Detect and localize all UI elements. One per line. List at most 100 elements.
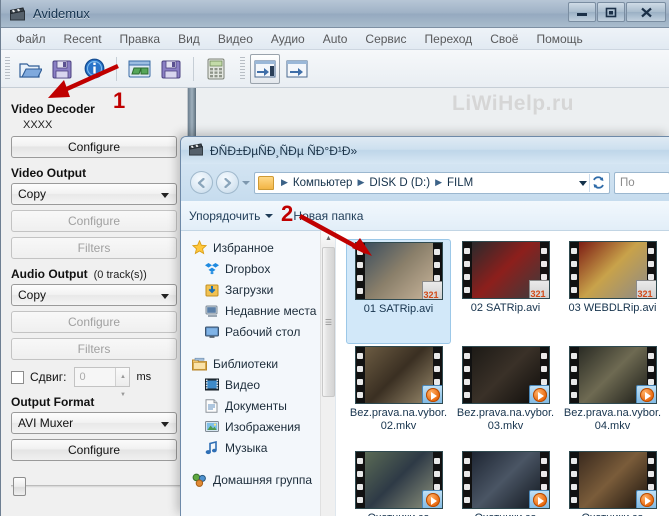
breadcrumb-computer[interactable]: Компьютер: [291, 177, 355, 189]
forward-button[interactable]: [216, 171, 239, 194]
menu-edit[interactable]: Правка: [111, 30, 170, 48]
audio-shift-checkbox[interactable]: [11, 370, 24, 384]
menu-video[interactable]: Видео: [209, 30, 262, 48]
file-item[interactable]: 02 SATRip.avi: [453, 239, 558, 344]
annotation-label-1: 1: [113, 88, 126, 113]
file-item[interactable]: Bez.prava.na.vybor.03.mkv: [453, 344, 558, 449]
back-button[interactable]: [190, 171, 213, 194]
sidebar-item-label: Недавние места: [225, 303, 317, 318]
address-bar[interactable]: ▶ Компьютер ▶ DISK D (D:) ▶ FILM: [254, 171, 610, 194]
sidebar-item-12[interactable]: Домашняя группа: [181, 469, 335, 490]
sidebar-item-3[interactable]: Недавние места: [181, 300, 335, 321]
file-item[interactable]: Охотники за: [346, 449, 451, 516]
output-format-label: Output Format: [11, 395, 95, 409]
file-item[interactable]: Охотники за: [560, 449, 665, 516]
menu-auto[interactable]: Auto: [314, 30, 357, 48]
refresh-icon[interactable]: [589, 173, 607, 192]
file-thumbnail: [568, 451, 657, 509]
timeline-slider[interactable]: [11, 475, 181, 497]
calculator-icon[interactable]: [201, 54, 231, 84]
menu-file[interactable]: Файл: [7, 30, 55, 48]
info-icon[interactable]: [79, 54, 109, 84]
sidebar-item-8[interactable]: Документы: [181, 395, 335, 416]
film-sprocket-left: [569, 452, 579, 508]
file-item[interactable]: Bez.prava.na.vybor.02.mkv: [346, 344, 451, 449]
explorer-titlebar[interactable]: ÐÑÐ±ÐµÑÐ¸ÑÐµ ÑÐ°Ð¹Ð»: [181, 137, 669, 164]
output-format-configure-button[interactable]: Configure: [11, 439, 177, 461]
history-dropdown-icon[interactable]: [242, 180, 250, 185]
explorer-command-bar: Упорядочить Новая папка: [181, 201, 669, 231]
toolbar-grip[interactable]: [5, 56, 10, 81]
menu-help[interactable]: Помощь: [527, 30, 591, 48]
sidebar-item-6[interactable]: Библиотеки: [181, 353, 335, 374]
audio-output-configure-button[interactable]: Configure: [11, 311, 177, 333]
set-end-marker-icon[interactable]: [282, 54, 312, 84]
sidebar-item-4[interactable]: Рабочий стол: [181, 321, 335, 342]
breadcrumb-film[interactable]: FILM: [445, 177, 475, 189]
open-file-icon[interactable]: [15, 54, 45, 84]
menu-custom[interactable]: Своё: [481, 30, 527, 48]
sidebar-item-0[interactable]: Избранное: [181, 237, 335, 258]
avidemux-titlebar[interactable]: Avidemux: [1, 0, 669, 28]
chevron-down-icon: [161, 422, 169, 427]
menu-view[interactable]: Вид: [169, 30, 209, 48]
navigation-list: Избранное Dropbox Загрузки Недавние места Ра…: [181, 237, 335, 490]
sidebar-item-label: Библиотеки: [213, 356, 279, 371]
save-project-icon[interactable]: [156, 54, 186, 84]
video-output-configure-button[interactable]: Configure: [11, 210, 177, 232]
menu-goto[interactable]: Переход: [416, 30, 482, 48]
search-input[interactable]: По: [614, 171, 669, 194]
open-project-icon[interactable]: [124, 54, 154, 84]
scroll-up-arrow-icon[interactable]: ▲: [321, 231, 335, 246]
file-item[interactable]: 03 WEBDLRip.avi: [560, 239, 665, 344]
file-list-pane[interactable]: 01 SATRip.avi 02 SATRip.avi 03 WEBDLRip.av…: [336, 231, 669, 516]
new-folder-button[interactable]: Новая папка: [285, 207, 371, 225]
timeline-thumb[interactable]: [13, 477, 26, 496]
sidebar-item-label: Загрузки: [225, 282, 274, 297]
sidebar-item-7[interactable]: Видео: [181, 374, 335, 395]
avidemux-title: Avidemux: [33, 6, 90, 21]
sidebar-item-1[interactable]: Dropbox: [181, 258, 335, 279]
timeline-track: [11, 485, 181, 488]
sidebar-item-10[interactable]: Музыка: [181, 437, 335, 458]
menu-audio[interactable]: Аудио: [262, 30, 314, 48]
menu-tools[interactable]: Сервис: [356, 30, 415, 48]
close-button[interactable]: [626, 2, 666, 22]
file-item-selected[interactable]: 01 SATRip.avi: [346, 239, 451, 344]
video-output-filters-button[interactable]: Filters: [11, 237, 177, 259]
file-item[interactable]: Охотники за: [453, 449, 558, 516]
mpc-codec-badge-icon: [421, 281, 442, 299]
explorer-title: ÐÑÐ±ÐµÑÐ¸ÑÐµ ÑÐ°Ð¹Ð»: [210, 143, 358, 158]
sidebar-item-label: Документы: [225, 398, 287, 413]
video-decoder-configure-button[interactable]: Configure: [11, 136, 177, 158]
file-item[interactable]: Bez.prava.na.vybor.04.mkv: [560, 344, 665, 449]
avidemux-toolbar: [1, 50, 669, 88]
breadcrumb-separator-2: ▶: [357, 177, 365, 187]
maximize-button[interactable]: [597, 2, 625, 22]
toolbar-grip-2[interactable]: [240, 56, 245, 81]
film-sprocket-left: [462, 347, 472, 403]
breadcrumb-disk-d[interactable]: DISK D (D:): [367, 177, 432, 189]
organize-button[interactable]: Упорядочить: [181, 207, 268, 225]
save-icon[interactable]: [47, 54, 77, 84]
scrollbar-thumb[interactable]: ☰: [322, 247, 335, 397]
video-output-select[interactable]: Copy: [11, 183, 177, 205]
file-name-label: Bez.prava.na.vybor.03.mkv: [456, 407, 555, 432]
libraries-icon: [191, 356, 208, 372]
minimize-button[interactable]: [568, 2, 596, 22]
audio-shift-stepper[interactable]: 0 ▲ ▼: [74, 367, 131, 398]
sidebar-item-2[interactable]: Загрузки: [181, 279, 335, 300]
address-dropdown-icon[interactable]: [579, 180, 587, 186]
file-name-label: 01 SATRip.avi: [363, 303, 434, 315]
sidebar-item-9[interactable]: Изображения: [181, 416, 335, 437]
menu-recent[interactable]: Recent: [55, 30, 111, 48]
clapperboard-icon: [188, 142, 203, 159]
sidebar-scrollbar[interactable]: ▲ ☰: [320, 231, 335, 516]
audio-output-filters-button[interactable]: Filters: [11, 338, 177, 360]
stepper-arrows-icon[interactable]: ▲ ▼: [115, 368, 130, 398]
set-start-marker-icon[interactable]: [250, 53, 280, 84]
chevron-down-icon[interactable]: [265, 213, 274, 218]
audio-output-select[interactable]: Copy: [11, 284, 177, 306]
output-format-select[interactable]: AVI Muxer: [11, 412, 177, 434]
breadcrumb-separator: ▶: [281, 177, 288, 187]
